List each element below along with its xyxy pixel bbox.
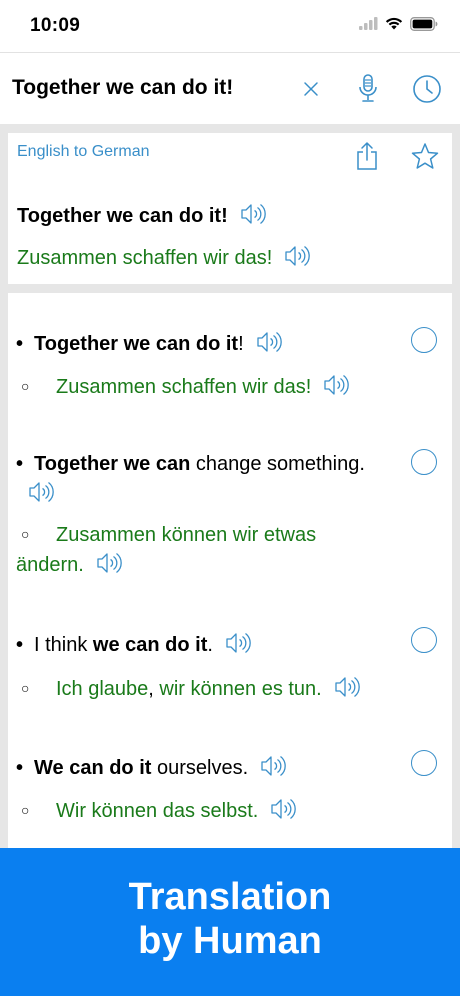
example-source: • We can do it ourselves. xyxy=(16,753,396,783)
example-target: ○ Zusammen schaffen wir das! xyxy=(16,371,396,402)
speaker-icon[interactable] xyxy=(96,552,122,574)
example-source-rest: ourselves. xyxy=(151,757,249,779)
battery-icon xyxy=(410,16,438,36)
translation-result-card: English to German Together we can do it!… xyxy=(8,133,452,284)
sub-bullet: ○ xyxy=(21,680,30,696)
speaker-icon[interactable] xyxy=(225,632,251,654)
favorite-star-icon[interactable] xyxy=(410,140,440,172)
wifi-icon xyxy=(385,17,403,35)
language-direction[interactable]: English to German xyxy=(17,143,150,161)
example-target-text: Zusammen können wir etwas ändern. xyxy=(16,524,317,576)
example-source: • Together we can do it! xyxy=(16,329,396,359)
translation-by-human-banner[interactable]: Translation by Human xyxy=(0,848,460,996)
speaker-icon[interactable] xyxy=(284,245,311,267)
speaker-icon[interactable] xyxy=(256,331,282,353)
target-text: Zusammen schaffen wir das! xyxy=(17,245,311,270)
example-source-rest: . xyxy=(207,634,213,656)
microphone-icon[interactable] xyxy=(350,71,386,107)
example-target-text: Ich glaube xyxy=(56,678,149,700)
target-sentence: Zusammen schaffen wir das! xyxy=(17,247,273,269)
example-source-match: Together we can xyxy=(34,453,191,475)
status-icons xyxy=(359,16,438,36)
signal-icon xyxy=(359,17,378,35)
speaker-icon[interactable] xyxy=(323,374,350,396)
source-text: Together we can do it! xyxy=(17,203,266,228)
bullet: • xyxy=(16,333,24,355)
examples-card: • Together we can do it! ○ Zusammen schaff… xyxy=(8,293,452,853)
example-target-text: Zusammen schaffen wir das! xyxy=(56,376,312,398)
banner-line-1: Translation xyxy=(128,876,332,918)
example-target: ○ Ich glaube, wir können es tun. xyxy=(16,673,396,704)
speaker-icon[interactable] xyxy=(260,755,286,777)
status-time: 10:09 xyxy=(30,15,81,36)
example-target: ○ Wir können das selbst. xyxy=(16,795,396,826)
bullet: • xyxy=(16,757,24,779)
example-target-text: Wir können das selbst. xyxy=(56,800,259,822)
example-source-match: we can do it xyxy=(92,634,208,656)
status-bar: 10:09 xyxy=(0,0,460,52)
select-example-radio[interactable] xyxy=(411,627,437,653)
sub-bullet: ○ xyxy=(21,378,30,394)
example-source-rest: ! xyxy=(238,333,244,355)
search-input[interactable]: Together we can do it! xyxy=(12,76,233,100)
history-clock-icon[interactable] xyxy=(409,71,445,107)
speaker-icon[interactable] xyxy=(240,203,266,225)
select-example-radio[interactable] xyxy=(411,750,437,776)
example-source-rest: change something. xyxy=(190,453,365,475)
bullet: • xyxy=(16,634,24,656)
sub-bullet: ○ xyxy=(21,526,30,542)
example-source-lead: I think xyxy=(34,634,93,656)
example-target-text-rest: wir können es tun. xyxy=(153,678,322,700)
example-target: ○ Zusammen können wir etwas ändern. xyxy=(16,519,361,580)
banner-line-2: by Human xyxy=(138,920,322,962)
bullet: • xyxy=(16,453,24,475)
example-source: • I think we can do it. xyxy=(16,630,396,660)
example-source-match: Together we can do it xyxy=(34,333,239,355)
select-example-radio[interactable] xyxy=(411,449,437,475)
share-icon[interactable] xyxy=(352,140,382,172)
speaker-icon[interactable] xyxy=(28,481,54,503)
speaker-icon[interactable] xyxy=(270,798,297,820)
example-source-match: We can do it xyxy=(34,757,152,779)
search-bar: Together we can do it! xyxy=(0,52,460,124)
select-example-radio[interactable] xyxy=(411,327,437,353)
example-source: • Together we can change something. xyxy=(16,449,396,509)
clear-icon[interactable] xyxy=(293,71,329,107)
sub-bullet: ○ xyxy=(21,802,30,818)
speaker-icon[interactable] xyxy=(334,676,360,698)
source-sentence: Together we can do it! xyxy=(17,205,228,227)
